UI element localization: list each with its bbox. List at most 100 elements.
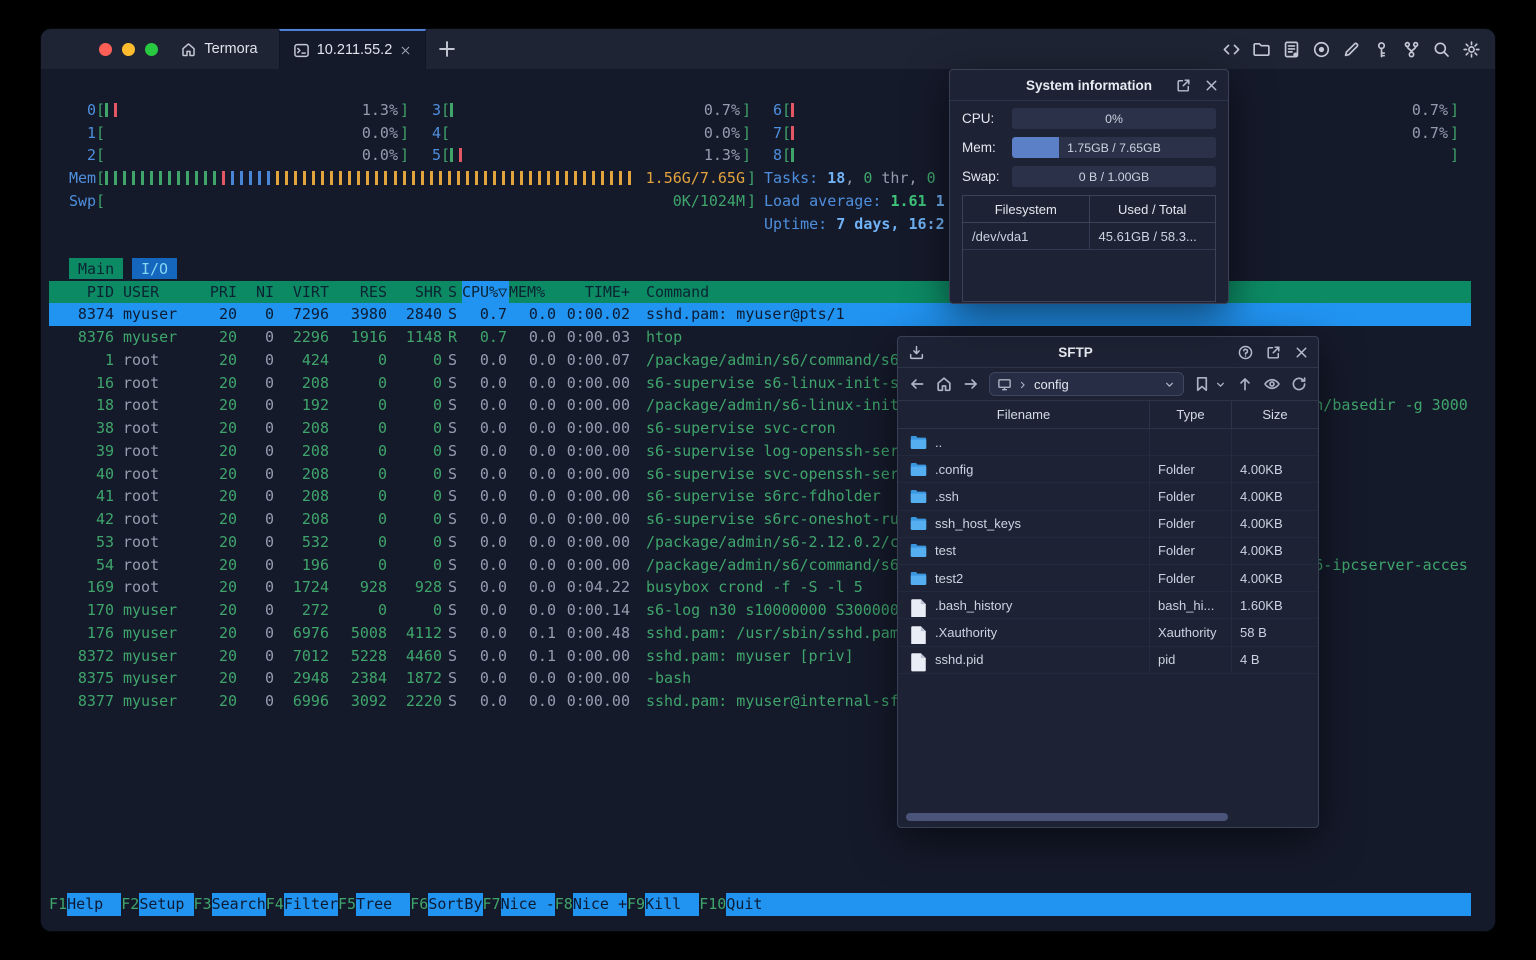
fkey-f2[interactable]: F2: [121, 893, 139, 916]
column-header-pri[interactable]: PRI: [209, 281, 237, 304]
fkey-f10[interactable]: F10: [699, 893, 726, 916]
open-in-window-icon[interactable]: [1265, 344, 1282, 361]
fkey-action-sortby[interactable]: SortBy: [428, 893, 483, 916]
tasks-line: Tasks: 18, 0 thr, 0: [764, 169, 936, 188]
file-row-sshd.pid[interactable]: sshd.pid pid 4 B: [898, 646, 1318, 674]
tab-session[interactable]: 10.211.55.2: [279, 29, 426, 69]
log-icon[interactable]: [1282, 40, 1301, 59]
key-icon[interactable]: [1372, 40, 1391, 59]
help-icon[interactable]: [1237, 344, 1254, 361]
back-icon[interactable]: [908, 375, 926, 393]
fkey-action-help[interactable]: Help: [67, 893, 122, 916]
home-icon[interactable]: [935, 375, 953, 393]
cpu8-meter-label: 8: [772, 146, 782, 165]
fkey-action-search[interactable]: Search: [211, 893, 266, 916]
file-row-test[interactable]: test Folder 4.00KB: [898, 537, 1318, 565]
cpu2-meter-value: 0.0%: [361, 146, 398, 165]
close-window-button[interactable]: [99, 42, 112, 56]
record-icon[interactable]: [1312, 40, 1331, 59]
system-information-panel: System information CPU: 0% Mem: 1.75GB / 7.…: [949, 69, 1229, 304]
file-row-ssh_host_keys[interactable]: ssh_host_keys Folder 4.00KB: [898, 510, 1318, 538]
fs-column-filesystem: Filesystem: [963, 196, 1090, 222]
folder-icon: [910, 489, 927, 504]
fkey-f4[interactable]: F4: [266, 893, 284, 916]
column-header-ni[interactable]: NI: [239, 281, 274, 304]
chevron-down-icon[interactable]: [1163, 378, 1176, 391]
file-row-.ssh[interactable]: .ssh Folder 4.00KB: [898, 483, 1318, 511]
fkey-action-nice[interactable]: Nice -: [500, 893, 555, 916]
htop-tab-main[interactable]: Main: [69, 258, 124, 279]
htop-tab-io[interactable]: I/O: [132, 258, 178, 279]
process-table-header[interactable]: PID USER PRI NI VIRT RES SHR S CPU%▽ MEM% TIME+ Com…: [49, 280, 1471, 304]
column-header-shr[interactable]: SHR: [389, 281, 442, 304]
up-directory-icon[interactable]: [1236, 375, 1254, 393]
zoom-window-button[interactable]: [145, 42, 158, 56]
folder-icon: [910, 543, 927, 558]
file-row-.Xauthority[interactable]: .Xauthority Xauthority 58 B: [898, 619, 1318, 647]
close-icon[interactable]: [1203, 77, 1220, 94]
column-header-cpu[interactable]: CPU%▽: [462, 281, 507, 304]
fkey-f3[interactable]: F3: [194, 893, 212, 916]
cpu3-meter-value: 0.7%: [703, 101, 740, 119]
bookmark-icon[interactable]: [1193, 375, 1211, 393]
tab-termora[interactable]: Termora: [169, 29, 269, 69]
column-header-virt[interactable]: VIRT: [276, 281, 329, 304]
fkey-f6[interactable]: F6: [410, 893, 428, 916]
file-row-.bash_history[interactable]: .bash_history bash_hi... 1.60KB: [898, 592, 1318, 620]
fkey-f9[interactable]: F9: [627, 893, 645, 916]
fkey-f1[interactable]: F1: [49, 893, 67, 916]
open-in-window-icon[interactable]: [1175, 77, 1192, 94]
column-header-s[interactable]: S: [448, 281, 462, 304]
fkey-action-setup[interactable]: Setup: [139, 893, 194, 916]
horizontal-scrollbar-thumb[interactable]: [906, 813, 1228, 821]
settings-icon[interactable]: [1462, 40, 1481, 59]
size-column-header[interactable]: Size: [1232, 401, 1318, 428]
titlebar-toolbar: [1222, 29, 1481, 69]
file-row-..[interactable]: ..: [898, 429, 1318, 457]
column-header-res[interactable]: RES: [331, 281, 387, 304]
fkey-action-tree[interactable]: Tree: [356, 893, 411, 916]
show-hidden-icon[interactable]: [1263, 375, 1281, 393]
fkey-f5[interactable]: F5: [338, 893, 356, 916]
column-header-mem[interactable]: MEM%: [509, 281, 556, 304]
terminal-icon: [293, 42, 310, 59]
column-header-time[interactable]: TIME+: [558, 281, 630, 304]
search-icon[interactable]: [1432, 40, 1451, 59]
refresh-icon[interactable]: [1290, 375, 1308, 393]
fkey-action-nice[interactable]: Nice +: [572, 893, 627, 916]
download-icon[interactable]: [908, 344, 925, 361]
cpu0-meter-value: 1.3%: [361, 101, 398, 119]
file-row-.config[interactable]: .config Folder 4.00KB: [898, 456, 1318, 484]
file-row-test2[interactable]: test2 Folder 4.00KB: [898, 564, 1318, 593]
fkey-action-kill[interactable]: Kill: [645, 893, 700, 916]
close-icon[interactable]: [1293, 344, 1310, 361]
branch-icon[interactable]: [1402, 40, 1421, 59]
type-column-header[interactable]: Type: [1150, 401, 1232, 428]
load-average-line: Load average: 1.61 1: [764, 191, 945, 210]
system-information-header: System information: [950, 70, 1228, 101]
column-header-pid[interactable]: PID: [59, 281, 114, 304]
close-tab-icon[interactable]: [399, 44, 412, 57]
minimize-window-button[interactable]: [122, 42, 135, 56]
forward-icon[interactable]: [962, 375, 980, 393]
filename-column-header[interactable]: Filename: [898, 401, 1150, 428]
file-icon: [910, 598, 927, 618]
fkey-f7[interactable]: F7: [483, 893, 501, 916]
process-row-8374[interactable]: 8374 myuser 20 0 7296 3980 2840 S 0.7 0.0 0:00.02 s…: [49, 303, 1471, 327]
new-tab-button[interactable]: [436, 38, 458, 60]
path-breadcrumb[interactable]: config: [989, 372, 1184, 396]
fkey-f8[interactable]: F8: [555, 893, 573, 916]
edit-icon[interactable]: [1342, 40, 1361, 59]
tab-session-label: 10.211.55.2: [316, 42, 393, 58]
uptime-line: Uptime: 7 days, 16:2: [764, 214, 945, 233]
file-table-header[interactable]: Filename Type Size: [898, 400, 1318, 429]
bookmark-dropdown-icon[interactable]: [1214, 378, 1227, 391]
fkey-action-quit[interactable]: Quit: [726, 893, 1471, 916]
folder-icon[interactable]: [1252, 40, 1271, 59]
code-icon[interactable]: [1222, 40, 1241, 59]
fkey-action-filter[interactable]: Filter: [283, 893, 338, 916]
memory-meter-value: 1.56G/7.65G: [645, 169, 745, 188]
folder-icon: [910, 571, 927, 586]
file-list: .. .config Folder 4.00KB .ssh Folder 4.00KB ssh…: [898, 429, 1318, 674]
column-header-user[interactable]: USER: [123, 281, 208, 304]
